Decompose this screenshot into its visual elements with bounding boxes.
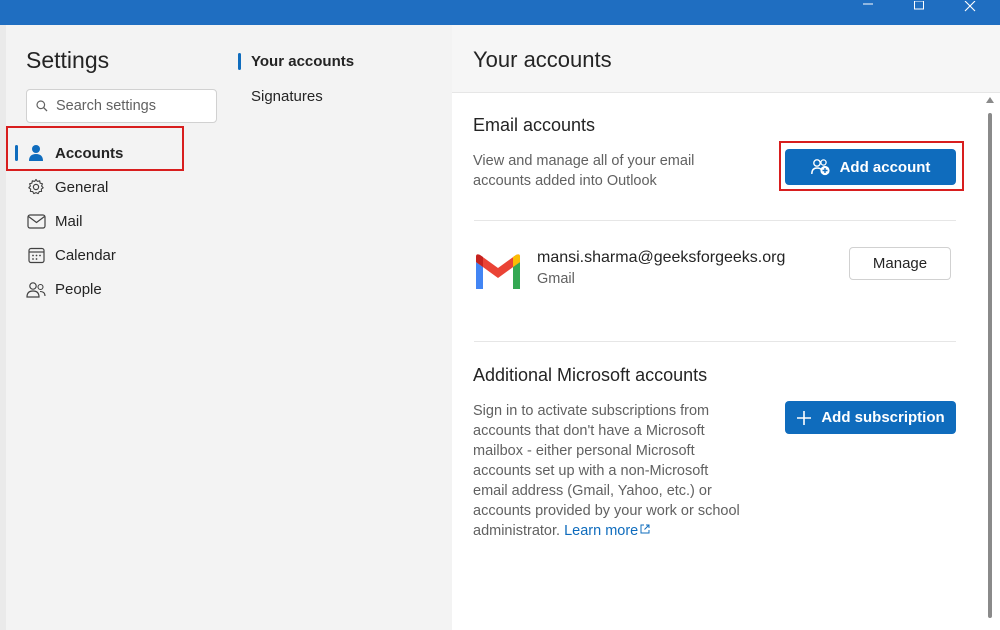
settings-nav: Settings Accounts General Mail Calendar … [6, 25, 230, 630]
learn-more-label: Learn more [564, 523, 639, 539]
email-accounts-heading: Email accounts [473, 115, 596, 135]
additional-description-line: email address (Gmail, Yahoo, etc.) or [473, 483, 712, 499]
nav-item-people[interactable]: People [6, 272, 230, 306]
search-input[interactable] [56, 98, 206, 114]
additional-description-line: accounts set up with a non-Microsoft [473, 463, 709, 479]
external-link-icon [640, 524, 650, 534]
add-account-highlight-box [779, 141, 964, 191]
additional-description-line: accounts that don't have a Microsoft [473, 423, 705, 439]
settings-subnav: Your accounts Signatures [230, 25, 452, 630]
content-pane: Your accounts Email accounts View and ma… [452, 25, 1000, 630]
additional-description-last-line: administrator. Learn more [473, 521, 650, 541]
learn-more-link[interactable]: Learn more [564, 523, 650, 539]
additional-accounts-heading: Additional Microsoft accounts [473, 365, 708, 385]
scroll-thumb[interactable] [988, 113, 992, 618]
maximize-button[interactable] [899, 0, 939, 14]
account-email: mansi.sharma@geeksforgeeks.org [537, 249, 786, 266]
additional-description-text: administrator. [473, 523, 561, 539]
divider [474, 220, 956, 221]
content-header: Your accounts [452, 25, 1000, 93]
nav-item-calendar[interactable]: Calendar [6, 238, 230, 272]
nav-item-label: Mail [55, 212, 83, 230]
add-subscription-button[interactable]: Add subscription [785, 401, 956, 434]
account-type: Gmail [537, 271, 575, 287]
additional-description-line: accounts provided by your work or school [473, 503, 740, 519]
nav-item-label: Calendar [55, 246, 116, 264]
nav-item-general[interactable]: General [6, 170, 230, 204]
mail-icon [26, 212, 46, 230]
manage-button[interactable]: Manage [849, 247, 951, 280]
title-bar [0, 0, 1000, 25]
search-box[interactable] [26, 89, 217, 123]
email-accounts-description-line: View and manage all of your email [473, 153, 695, 169]
subnav-item-your-accounts[interactable]: Your accounts [251, 53, 354, 70]
minimize-icon [863, 3, 873, 5]
maximize-icon [914, 1, 924, 10]
additional-description-line: Sign in to activate subscriptions from [473, 403, 710, 419]
nav-item-label: General [55, 178, 109, 196]
calendar-icon [26, 246, 46, 264]
email-accounts-description-line: accounts added into Outlook [473, 173, 657, 189]
close-button[interactable] [950, 0, 990, 14]
content-scrollbar[interactable] [982, 93, 1000, 630]
search-icon [36, 100, 48, 112]
gmail-logo-icon [476, 254, 520, 289]
minimize-button[interactable] [848, 0, 888, 14]
people-icon [26, 280, 46, 298]
plus-icon [796, 410, 812, 426]
active-indicator [238, 53, 241, 70]
settings-title: Settings [26, 47, 110, 73]
subnav-item-signatures[interactable]: Signatures [251, 88, 323, 105]
divider [474, 341, 956, 342]
gear-icon [26, 178, 46, 196]
accounts-highlight-box [6, 126, 184, 171]
scroll-up-arrow-icon[interactable] [986, 97, 994, 103]
add-subscription-label: Add subscription [821, 409, 945, 426]
close-icon [964, 1, 976, 12]
additional-description-line: mailbox - either personal Microsoft [473, 443, 695, 459]
nav-item-label: People [55, 280, 102, 298]
page-title: Your accounts [473, 47, 612, 72]
nav-item-mail[interactable]: Mail [6, 204, 230, 238]
